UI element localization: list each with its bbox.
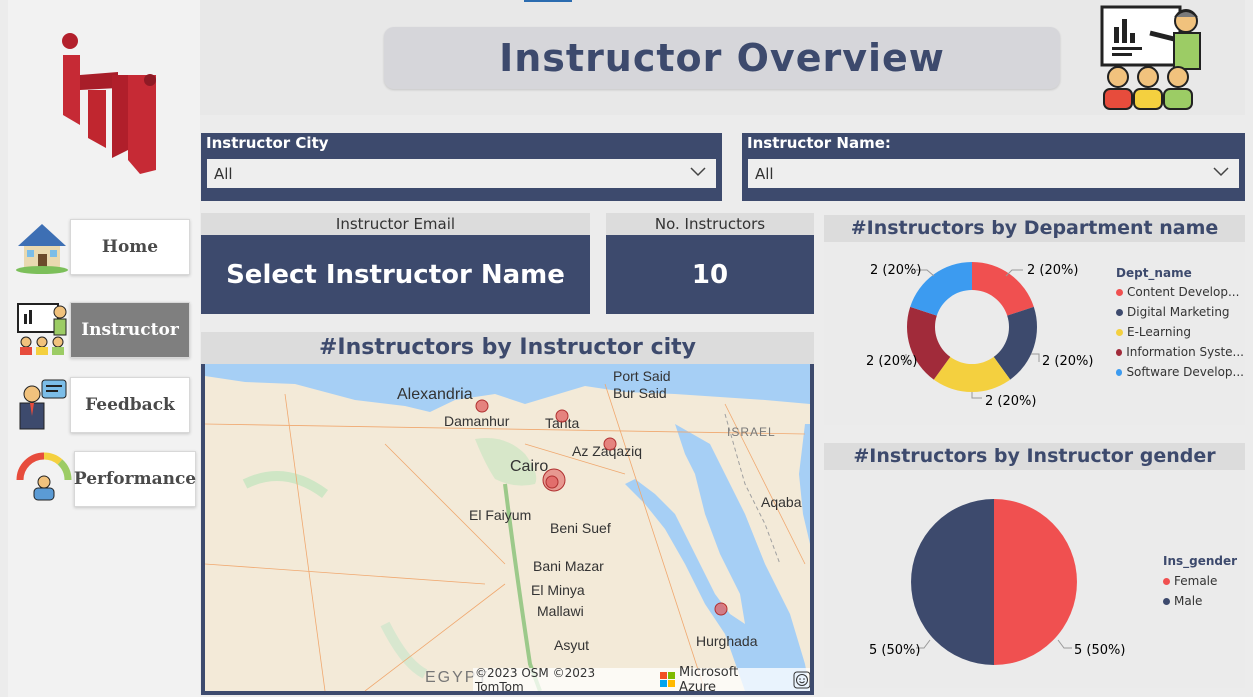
legend-label: Information Syste...: [1126, 345, 1244, 359]
map-attribution-bar: ©2023 OSM ©2023 TomTom Microsoft Azure: [473, 664, 810, 692]
count-card-label: No. Instructors: [606, 213, 814, 235]
house-icon: [14, 218, 70, 274]
city-bubble[interactable]: [603, 437, 617, 451]
dept-label-content: 2 (20%): [1027, 263, 1078, 278]
name-dropdown-value: All: [755, 164, 774, 183]
email-card-label: Instructor Email: [201, 213, 590, 235]
feedback-icon: [14, 376, 70, 432]
dept-legend-title: Dept_name: [1116, 266, 1192, 280]
pie-slice[interactable]: [972, 262, 1034, 316]
pie-slice[interactable]: [994, 499, 1077, 665]
dept-label-elearning: 2 (20%): [985, 394, 1036, 409]
city-bubble[interactable]: [714, 602, 728, 616]
gauge-icon: [14, 448, 74, 504]
legend-label: E-Learning: [1127, 325, 1192, 339]
map-title: #Instructors by Instructor city: [201, 332, 814, 364]
feedback-smiley-icon[interactable]: [793, 671, 810, 689]
sidebar: Home Instructor Feedback Performance: [8, 0, 200, 697]
legend-item[interactable]: Information Syste...: [1116, 345, 1244, 359]
legend-dot: [1116, 348, 1123, 356]
teacher-icon: [14, 300, 70, 356]
dept-label-info: 2 (20%): [866, 354, 917, 369]
city-bubble[interactable]: [555, 409, 569, 423]
pie-slices: [911, 499, 1077, 665]
dept-chart-title: #Instructors by Department name: [824, 215, 1245, 242]
microsoft-logo-icon: [659, 671, 675, 687]
legend-item[interactable]: Content Develop...: [1116, 285, 1244, 299]
nav-instructor-button[interactable]: Instructor: [70, 302, 190, 358]
map-bubbles: [475, 399, 728, 616]
legend-label: Content Develop...: [1127, 285, 1240, 299]
legend-dot: [1116, 288, 1123, 296]
nav-instructor-label: Instructor: [81, 320, 179, 340]
dept-legend: Dept_name Content Develop... Digital Mar…: [1116, 266, 1244, 379]
map-attribution: ©2023 OSM ©2023 TomTom: [475, 665, 596, 692]
legend-label: Female: [1174, 574, 1218, 588]
city-slicer-label: Instructor City: [206, 134, 329, 152]
legend-dot: [1116, 308, 1123, 316]
legend-label: Male: [1174, 594, 1203, 608]
nav-feedback-label: Feedback: [85, 395, 175, 415]
gender-pie-chart[interactable]: 5 (50%) 5 (50%): [824, 470, 1154, 685]
nav-feedback-button[interactable]: Feedback: [70, 377, 190, 433]
nav-home-button[interactable]: Home: [70, 219, 190, 275]
gender-chart-title: #Instructors by Instructor gender: [824, 443, 1245, 470]
legend-item[interactable]: Female: [1163, 574, 1243, 588]
dept-label-digital: 2 (20%): [1042, 354, 1093, 369]
city-dropdown-value: All: [214, 164, 233, 183]
dept-donut-chart[interactable]: 2 (20%) 2 (20%) 2 (20%) 2 (20%) 2 (20%): [824, 242, 1114, 425]
legend-item[interactable]: E-Learning: [1116, 325, 1244, 339]
pie-slice[interactable]: [911, 499, 994, 665]
legend-dot: [1163, 597, 1170, 605]
chevron-down-icon: [1213, 167, 1229, 177]
focus-indicator: [524, 0, 572, 2]
legend-label: Digital Marketing: [1127, 305, 1230, 319]
legend-label: Software Develop...: [1126, 365, 1244, 379]
gender-legend: Ins_gender Female Male: [1163, 554, 1243, 608]
donut-slices: [907, 262, 1037, 392]
nav-home-label: Home: [101, 237, 159, 257]
legend-dot: [1116, 368, 1123, 376]
iti-logo: [62, 33, 156, 174]
name-dropdown[interactable]: All: [748, 159, 1239, 188]
map-provider: Microsoft Azure: [679, 664, 739, 692]
city-bubble[interactable]: [475, 399, 489, 413]
name-slicer: Instructor Name: All: [742, 133, 1245, 201]
email-card: Instructor Email Select Instructor Name: [201, 213, 590, 316]
nav-performance-button[interactable]: Performance: [74, 451, 196, 507]
legend-item[interactable]: Digital Marketing: [1116, 305, 1244, 319]
city-slicer: Instructor City All: [201, 133, 722, 201]
dept-label-software: 2 (20%): [870, 263, 921, 278]
gender-label-male: 5 (50%): [869, 643, 920, 658]
gender-label-female: 5 (50%): [1074, 643, 1125, 658]
legend-item[interactable]: Software Develop...: [1116, 365, 1244, 379]
city-dropdown[interactable]: All: [207, 159, 716, 188]
nav-performance-label: Performance: [73, 469, 197, 489]
name-slicer-label: Instructor Name:: [747, 134, 891, 152]
city-bubble[interactable]: [545, 475, 559, 489]
page-title: Instructor Overview: [384, 27, 1060, 89]
gender-legend-title: Ins_gender: [1163, 554, 1238, 568]
email-card-value: Select Instructor Name: [201, 235, 590, 314]
legend-dot: [1163, 577, 1170, 585]
legend-item[interactable]: Male: [1163, 594, 1243, 608]
chevron-down-icon: [690, 167, 706, 177]
instructor-presentation-icon: [1100, 5, 1201, 110]
count-card: No. Instructors 10: [606, 213, 814, 316]
legend-dot: [1116, 328, 1123, 336]
count-card-value: 10: [606, 235, 814, 314]
map[interactable]: Alexandria Damanhur Tanta Port Said Bur …: [205, 364, 810, 691]
